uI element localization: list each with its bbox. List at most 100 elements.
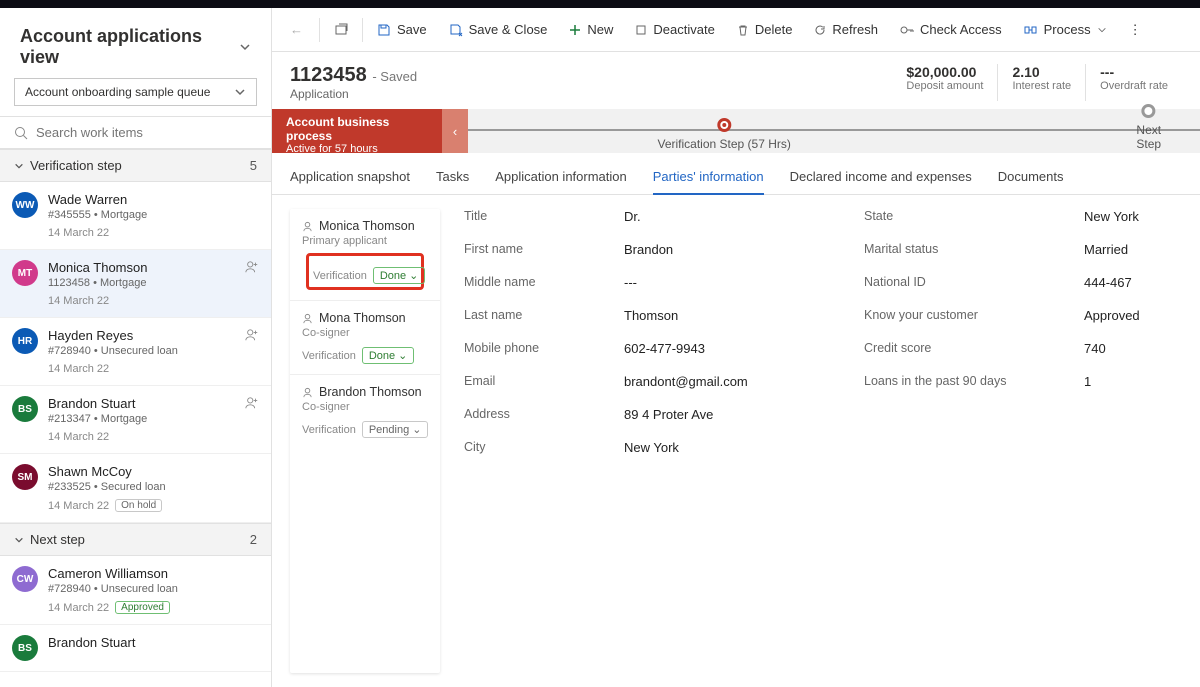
verification-dropdown[interactable]: Pending⌄ [362,421,429,438]
open-new-window-button[interactable] [324,17,358,43]
field-value[interactable]: New York [624,440,824,455]
deactivate-button[interactable]: Deactivate [625,16,724,43]
field-value[interactable]: Approved [1084,308,1200,323]
party-name: Monica Thomson [302,219,428,233]
bpf-stage-current[interactable]: Verification Step (57 Hrs) [657,121,790,151]
highlight-box: Verification Done⌄ [306,253,424,290]
assign-icon[interactable] [245,328,259,342]
field-label: Last name [464,308,584,323]
field-label: City [464,440,584,455]
field-label: Email [464,374,584,389]
queue-item-hayden[interactable]: HR Hayden Reyes #728940 • Unsecured loan… [0,318,271,386]
chevron-down-icon: ⌄ [409,269,418,282]
overflow-button[interactable]: ⋮ [1119,16,1152,44]
queue-select[interactable]: Account onboarding sample queue [14,78,257,106]
item-sub: #345555 • Mortgage [48,209,257,221]
field-label: Credit score [864,341,1044,356]
avatar: SM [12,464,38,490]
avatar: CW [12,566,38,592]
record-panel: ← Save Save & Close New Deactivate Delet… [272,8,1200,687]
assign-icon[interactable] [245,396,259,410]
assign-icon[interactable] [245,260,259,274]
refresh-button[interactable]: Refresh [804,16,888,43]
tab-parties[interactable]: Parties' information [653,165,764,194]
save-button[interactable]: Save [367,16,437,43]
bpf-collapse[interactable]: ‹ [442,109,468,153]
verification-dropdown[interactable]: Done⌄ [373,267,426,284]
delete-button[interactable]: Delete [727,16,803,43]
section-verification[interactable]: Verification step 5 [0,149,271,182]
record-entity: Application [290,87,417,101]
person-icon [302,221,313,232]
party-name: Brandon Thomson [302,385,428,399]
search-input[interactable] [36,125,257,140]
field-value[interactable]: 740 [1084,341,1200,356]
field-value[interactable]: 1 [1084,374,1200,389]
party-monica[interactable]: Monica Thomson Primary applicant Verific… [290,209,440,301]
chevron-down-icon [14,535,24,545]
tab-snapshot[interactable]: Application snapshot [290,165,410,194]
field-value[interactable]: 602-477-9943 [624,341,824,356]
bpf-title: Account business process [286,115,428,143]
queue-list: WW Wade Warren #345555 • Mortgage 14 Mar… [0,182,271,687]
section-label: Next step [30,532,85,547]
new-button[interactable]: New [559,16,623,43]
field-label: Middle name [464,275,584,290]
chevron-down-icon: ⌄ [398,349,407,362]
party-name: Mona Thomson [302,311,428,325]
label: Save & Close [469,22,548,37]
field-value[interactable]: 89 4 Proter Ave [624,407,824,422]
queue-item-monica[interactable]: MT Monica Thomson 1123458 • Mortgage 14 … [0,250,271,318]
tabs: Application snapshot Tasks Application i… [272,153,1200,195]
field-value[interactable]: Dr. [624,209,824,224]
field-value[interactable]: Married [1084,242,1200,257]
item-name: Cameron Williamson [48,566,257,581]
view-title-dropdown[interactable]: Account applications view [0,8,271,78]
bpf-header[interactable]: Account business process Active for 57 h… [272,109,442,153]
party-verification: Verification Pending⌄ [302,421,428,438]
check-access-button[interactable]: Check Access [890,16,1012,43]
chevron-down-icon [14,161,24,171]
queue-item-cameron[interactable]: CW Cameron Williamson #728940 • Unsecure… [0,556,271,625]
item-sub: #233525 • Secured loan [48,481,257,493]
process-button[interactable]: Process [1014,16,1117,43]
item-sub: 1123458 • Mortgage [48,277,257,289]
tab-documents[interactable]: Documents [998,165,1064,194]
queue-item-brandon2[interactable]: BS Brandon Stuart [0,625,271,672]
field-label: Mobile phone [464,341,584,356]
tab-income[interactable]: Declared income and expenses [790,165,972,194]
stat-overdraft[interactable]: --- Overdraft rate [1085,64,1182,101]
stat-value: --- [1100,64,1168,80]
stat-deposit[interactable]: $20,000.00 Deposit amount [892,64,997,101]
save-icon [377,23,391,37]
tab-tasks[interactable]: Tasks [436,165,469,194]
field-value[interactable]: --- [624,275,824,290]
field-value[interactable]: Brandon [624,242,824,257]
field-value[interactable]: Thomson [624,308,824,323]
section-next[interactable]: Next step 2 [0,523,271,556]
queue-item-wade[interactable]: WW Wade Warren #345555 • Mortgage 14 Mar… [0,182,271,250]
stat-interest[interactable]: 2.10 Interest rate [997,64,1085,101]
back-button[interactable]: ← [278,16,315,43]
tab-app-info[interactable]: Application information [495,165,627,194]
field-value[interactable]: New York [1084,209,1200,224]
item-name: Hayden Reyes [48,328,257,343]
party-brandon[interactable]: Brandon Thomson Co-signer Verification P… [290,375,440,448]
field-value[interactable]: brandont@gmail.com [624,374,824,389]
bpf-track: Verification Step (57 Hrs) Next Step [468,109,1200,153]
item-date: 14 March 22 [48,295,257,307]
field-label: First name [464,242,584,257]
queue-item-shawn[interactable]: SM Shawn McCoy #233525 • Secured loan 14… [0,454,271,523]
verification-dropdown[interactable]: Done⌄ [362,347,415,364]
section-label: Verification step [30,158,122,173]
item-name: Monica Thomson [48,260,257,275]
save-close-button[interactable]: Save & Close [439,16,558,43]
section-count: 5 [250,158,257,173]
queue-item-brandon[interactable]: BS Brandon Stuart #213347 • Mortgage 14 … [0,386,271,454]
stage-dot-icon [717,118,731,132]
field-value[interactable]: 444-467 [1084,275,1200,290]
bpf-stage-next[interactable]: Next Step [1123,107,1174,151]
party-mona[interactable]: Mona Thomson Co-signer Verification Done… [290,301,440,375]
stat-label: Overdraft rate [1100,80,1168,92]
avatar: BS [12,635,38,661]
